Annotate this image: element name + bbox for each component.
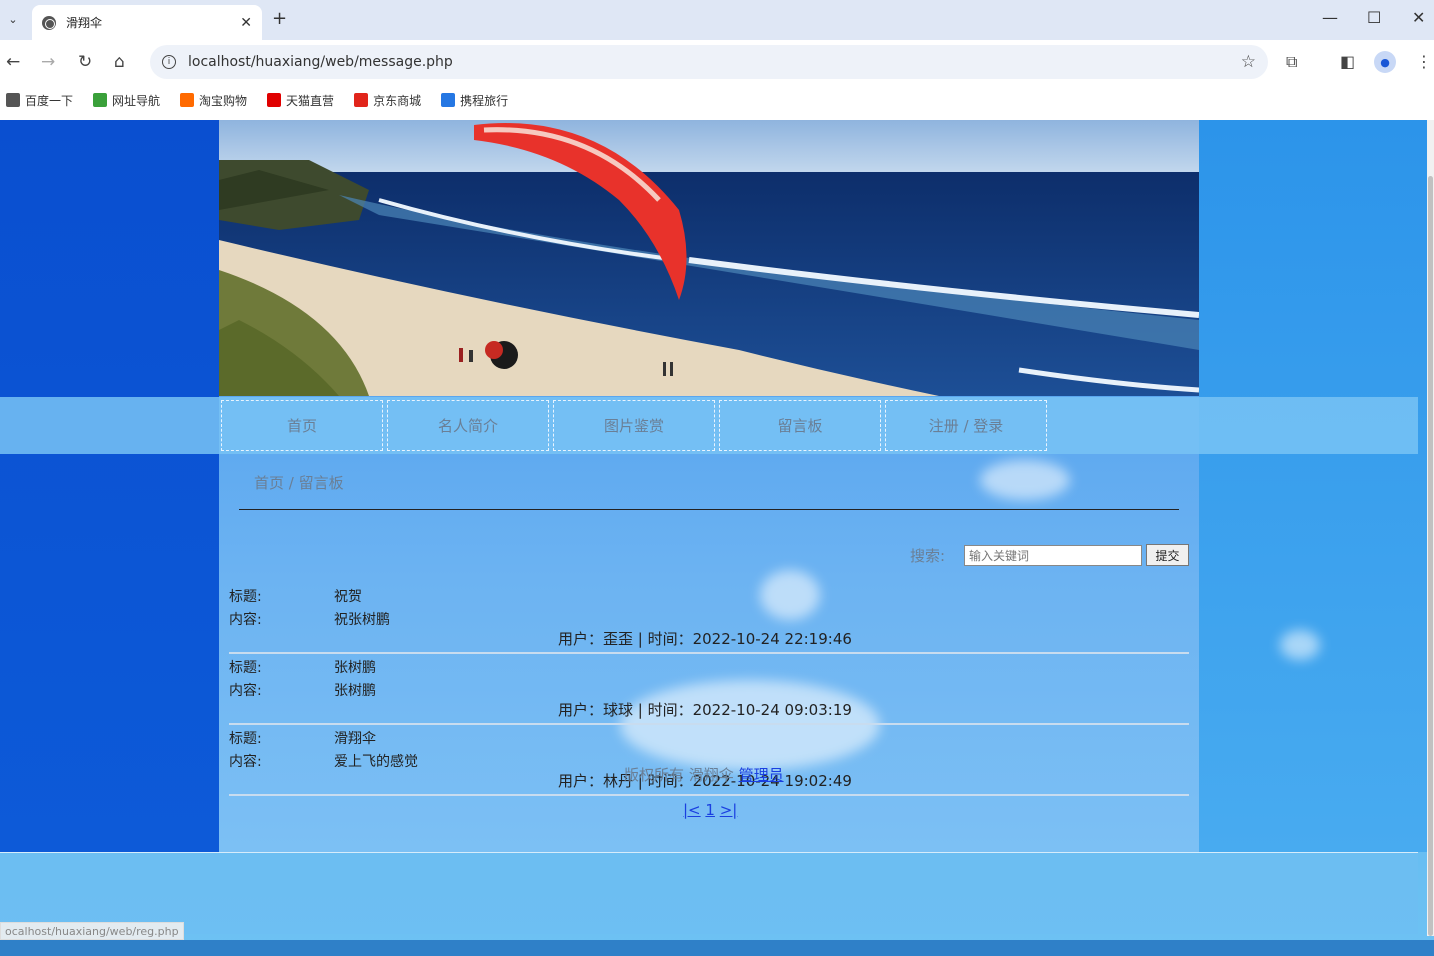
title-label: 标题: [229, 589, 262, 605]
bookmark-label: 百度一下 [25, 93, 74, 108]
admin-link[interactable]: 管理员 [739, 766, 784, 784]
search-label: 搜索: [910, 547, 946, 565]
taskbar-strip [0, 940, 1434, 956]
bookmarks-bar: 百度一下 网址导航 淘宝购物 天猫直营 京东商城 携程旅行 [0, 84, 1434, 116]
message-content: 张树鹏 [334, 683, 376, 699]
cloud-decoration [1280, 630, 1320, 660]
globe-icon [42, 15, 56, 30]
nav-item[interactable]: 首页 [221, 400, 383, 451]
close-window-icon[interactable]: ✕ [1412, 8, 1425, 27]
title-label: 标题: [229, 731, 262, 747]
nav-item[interactable]: 注册 / 登录 [885, 400, 1047, 451]
nav-item[interactable]: 图片鉴赏 [553, 400, 715, 451]
url-text[interactable]: localhost/huaxiang/web/message.php [188, 54, 1241, 70]
nav-item[interactable]: 留言板 [719, 400, 881, 451]
message-title: 张树鹏 [334, 660, 376, 676]
main-navbar: 首页 名人简介 图片鉴赏 留言板 注册 / 登录 [0, 397, 1418, 454]
message-content: 爱上飞的感觉 [334, 754, 418, 770]
bookmark-item[interactable]: 携程旅行 [441, 92, 508, 109]
tab-search-dropdown-icon[interactable]: ⌄ [0, 6, 26, 32]
page-link[interactable]: 1 [705, 801, 715, 819]
divider-line [239, 509, 1179, 510]
message-meta: 用户：歪歪 | 时间：2022-10-24 22:19:46 [558, 630, 852, 648]
banner-image [219, 120, 1199, 396]
copyright-text: 版权所有 滑翔伞 [624, 766, 734, 784]
bookmark-item[interactable]: 百度一下 [6, 92, 73, 109]
bookmark-label: 京东商城 [373, 93, 422, 108]
tab-title: 滑翔伞 [66, 16, 103, 30]
content-label: 内容: [229, 683, 262, 699]
last-page-link[interactable]: >| [720, 801, 738, 819]
title-label: 标题: [229, 660, 262, 676]
message-item: 标题: 张树鹏 内容: 张树鹏 用户：球球 | 时间：2022-10-24 09:03:… [229, 654, 1189, 725]
omnibox[interactable]: i localhost/huaxiang/web/message.php ☆ [150, 45, 1268, 79]
profile-avatar-icon[interactable]: ● [1374, 51, 1396, 73]
bookmark-label: 携程旅行 [460, 93, 509, 108]
browser-tab-bar: ⌄ 滑翔伞 ✕ + — ☐ ✕ [0, 0, 1434, 40]
bookmark-item[interactable]: 天猫直营 [267, 92, 334, 109]
pagination: |< 1 >| [683, 801, 737, 819]
forward-icon[interactable]: → [41, 52, 55, 72]
bookmark-label: 天猫直营 [286, 93, 335, 108]
globe-icon [6, 93, 20, 107]
first-page-link[interactable]: |< [683, 801, 701, 819]
tmall-icon [267, 93, 282, 107]
link-status-bar: ocalhost/huaxiang/web/reg.php [0, 922, 184, 940]
search-input[interactable] [964, 545, 1142, 566]
cloud-decoration [980, 460, 1070, 500]
bookmark-item[interactable]: 京东商城 [354, 92, 421, 109]
close-tab-icon[interactable]: ✕ [240, 15, 252, 31]
right-background-band [1199, 120, 1427, 852]
search-submit-button[interactable]: 提交 [1146, 544, 1189, 566]
minimize-icon[interactable]: — [1322, 8, 1338, 27]
maximize-icon[interactable]: ☐ [1367, 8, 1381, 27]
home-icon[interactable]: ⌂ [114, 52, 125, 72]
bookmark-label: 淘宝购物 [199, 93, 248, 108]
left-background-band [0, 120, 219, 852]
bookmark-star-icon[interactable]: ☆ [1241, 52, 1256, 72]
message-content: 祝张树鹏 [334, 612, 390, 628]
footer [0, 852, 1418, 934]
hao123-icon [93, 93, 108, 107]
bookmark-item[interactable]: 淘宝购物 [180, 92, 247, 109]
message-item: 标题: 滑翔伞 内容: 爱上飞的感觉 用户：林丹 | 时间：2022-10-24 19:… [229, 725, 1189, 796]
bookmark-label: 网址导航 [112, 93, 161, 108]
scrollbar-thumb[interactable] [1428, 176, 1433, 936]
message-item: 标题: 祝贺内容: 祝张树鹏用户：歪歪 | 时间：2022-10-24 22:19:… [229, 583, 1189, 654]
content-label: 内容: [229, 612, 262, 628]
page-viewport: 首页名人简介图片鉴赏留言板注册 / 登录 首页 / 留言板 搜索: 提交 标题:… [0, 120, 1434, 956]
footer-copyright: 版权所有 滑翔伞 管理员 [624, 764, 784, 785]
message-meta: 用户：球球 | 时间：2022-10-24 09:03:19 [558, 701, 852, 719]
taobao-icon [180, 93, 195, 107]
back-icon[interactable]: ← [6, 52, 20, 72]
breadcrumb: 首页 / 留言板 [254, 474, 344, 492]
message-title: 祝贺 [334, 589, 362, 605]
sidebar-icon[interactable]: ◧ [1340, 52, 1355, 71]
menu-icon[interactable]: ⋮ [1416, 52, 1432, 71]
bookmark-item[interactable]: 网址导航 [93, 92, 160, 109]
ctrip-icon [441, 93, 456, 107]
address-bar-row: ← → ↻ ⌂ i localhost/huaxiang/web/message… [0, 40, 1434, 84]
browser-tab[interactable]: 滑翔伞 ✕ [32, 5, 262, 40]
new-tab-icon[interactable]: + [272, 8, 287, 29]
content-label: 内容: [229, 754, 262, 770]
message-title: 滑翔伞 [334, 731, 376, 747]
extensions-icon[interactable]: ⧉ [1286, 52, 1297, 72]
site-info-icon[interactable]: i [162, 55, 176, 69]
reload-icon[interactable]: ↻ [78, 52, 92, 72]
jd-icon [354, 93, 369, 107]
nav-item[interactable]: 名人简介 [387, 400, 549, 451]
